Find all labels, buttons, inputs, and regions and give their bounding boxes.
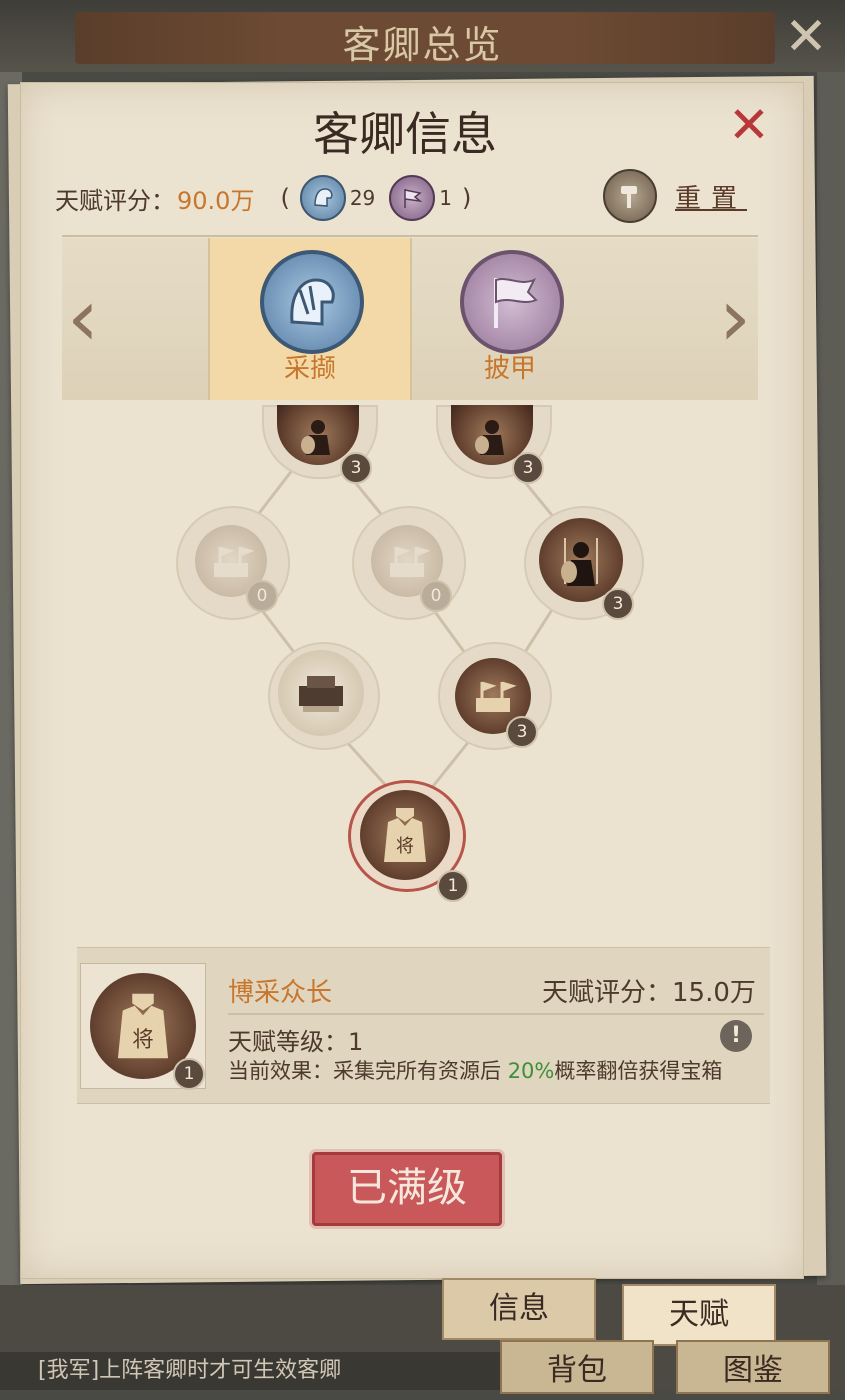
svg-text:将: 将	[396, 836, 414, 857]
effect-prefix: 当前效果：采集完所有资源后	[228, 1059, 508, 1083]
max-level-stamp: 已满级	[312, 1152, 502, 1226]
general-robe-icon: 将	[360, 790, 450, 880]
talent-thumbnail: 将 1	[80, 963, 206, 1090]
node-level-badge: 3	[340, 452, 372, 484]
talent-effect: 当前效果：采集完所有资源后 20%概率翻倍获得宝箱	[228, 1055, 722, 1085]
talent-score: 天赋评分：15.0万	[542, 978, 756, 1008]
tab-talent[interactable]: 天赋	[622, 1284, 776, 1346]
bottom-hint: [我军]上阵客卿时才可生效客卿	[0, 1352, 538, 1390]
node-level-badge: 0	[246, 580, 278, 612]
node-level-badge: 3	[512, 452, 544, 484]
info-warning-icon[interactable]: !	[720, 1020, 752, 1052]
tab-backpack[interactable]: 背包	[500, 1340, 654, 1394]
node-level-badge: 1	[437, 870, 469, 902]
node-level-badge: 3	[506, 716, 538, 748]
node-level-badge: 3	[602, 588, 634, 620]
tab-info[interactable]: 信息	[442, 1278, 596, 1340]
tab-collection[interactable]: 图鉴	[676, 1340, 830, 1394]
detail-divider	[228, 1013, 764, 1015]
talent-level: 天赋等级：1	[228, 1028, 364, 1056]
talent-name: 博采众长	[228, 978, 333, 1008]
effect-highlight: 20%	[507, 1059, 555, 1083]
svg-text:将: 将	[132, 1027, 153, 1052]
cart-icon	[278, 650, 364, 736]
effect-suffix: 概率翻倍获得宝箱	[554, 1059, 723, 1083]
node-level-badge: 0	[420, 580, 452, 612]
thumb-level-badge: 1	[173, 1058, 205, 1090]
